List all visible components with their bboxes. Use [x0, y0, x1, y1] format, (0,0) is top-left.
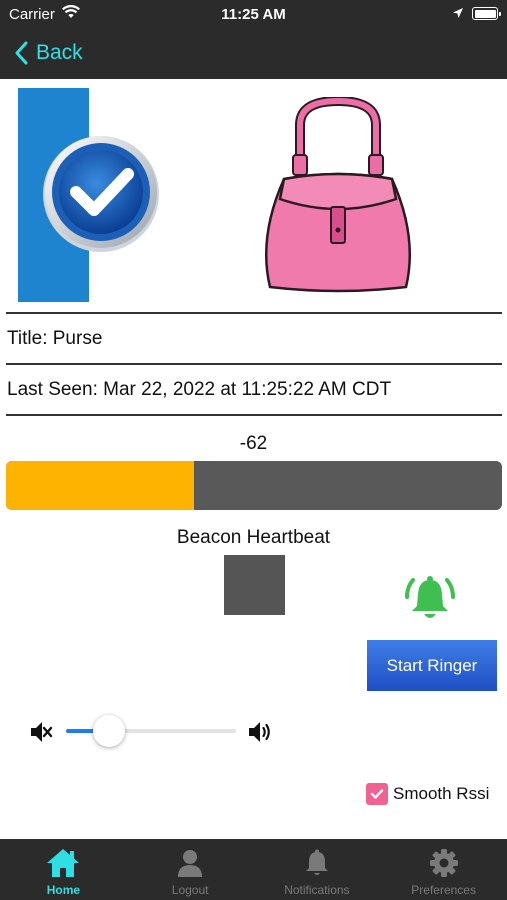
volume-slider[interactable] [66, 714, 236, 748]
rssi-value: -62 [239, 433, 268, 454]
gear-icon [429, 847, 458, 879]
start-ringer-button[interactable]: Start Ringer [367, 640, 497, 691]
heartbeat-indicator [224, 555, 285, 615]
navigation-header: Carrier 11:25 AM Back [0, 0, 507, 79]
purse-image [258, 95, 418, 297]
beacon-heartbeat-label: Beacon Heartbeat [176, 527, 331, 548]
speaker-mute-icon [28, 719, 54, 750]
tab-home[interactable]: Home [0, 839, 127, 900]
back-label: Back [36, 41, 83, 64]
divider [6, 414, 502, 416]
speaker-volume-icon [247, 719, 273, 750]
checkmark-badge-image [18, 88, 160, 302]
bottom-tab-bar: Home Logout Notifications Preferences [0, 839, 507, 900]
item-title: Title: Purse [7, 328, 103, 349]
smooth-rssi-label: Smooth Rssi [393, 784, 490, 803]
tab-label: Logout [171, 883, 209, 897]
rssi-progress-fill [6, 461, 195, 510]
tab-preferences[interactable]: Preferences [380, 839, 507, 900]
chevron-left-icon [15, 41, 28, 65]
user-icon [177, 847, 203, 879]
slider-thumb[interactable] [92, 715, 125, 747]
divider [6, 363, 502, 365]
back-button[interactable]: Back [14, 38, 83, 68]
location-arrow-icon [452, 6, 464, 23]
status-time: 11:25 AM [221, 6, 286, 23]
tab-label: Notifications [284, 883, 350, 897]
tab-notifications[interactable]: Notifications [254, 839, 381, 900]
bell-icon [305, 847, 329, 879]
status-bar: Carrier 11:25 AM [0, 0, 507, 28]
divider [6, 312, 502, 314]
tab-logout[interactable]: Logout [127, 839, 254, 900]
checkbox-checked-icon [366, 783, 388, 805]
bell-ringing-icon [404, 572, 456, 629]
home-icon [46, 847, 80, 879]
battery-icon [472, 7, 501, 20]
rssi-progress-bar [6, 461, 502, 510]
smooth-rssi-checkbox[interactable]: Smooth Rssi [366, 783, 489, 805]
tab-label: Home [46, 883, 81, 897]
tab-label: Preferences [411, 883, 476, 897]
last-seen-text: Last Seen: Mar 22, 2022 at 11:25:22 AM C… [7, 379, 392, 400]
